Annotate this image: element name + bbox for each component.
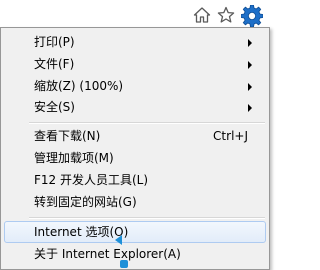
tools-menu: 打印(P) 文件(F) 缩放(Z) (100%) 安全(S) 查看下载(N) C… <box>0 27 270 270</box>
menu-item-label: 管理加载项(M) <box>34 151 114 165</box>
menu-item-shortcut: Ctrl+J <box>213 129 248 143</box>
menu-item-manage-addons[interactable]: 管理加载项(M) <box>4 147 266 169</box>
menu-item-label: 关于 Internet Explorer(A) <box>34 247 181 261</box>
pointer-marker-icon <box>115 235 122 245</box>
menu-separator <box>29 122 265 124</box>
menu-item-label: 文件(F) <box>34 57 75 71</box>
submenu-arrow-icon <box>248 61 252 69</box>
gear-icon[interactable] <box>240 4 264 28</box>
menu-item-file[interactable]: 文件(F) <box>4 53 266 75</box>
submenu-arrow-icon <box>248 83 252 91</box>
menu-item-label: 转到固定的网站(G) <box>34 195 137 209</box>
menu-item-zoom[interactable]: 缩放(Z) (100%) <box>4 75 266 97</box>
menu-item-label: 安全(S) <box>34 100 75 114</box>
menu-separator <box>29 217 265 219</box>
browser-toolbar <box>0 0 272 30</box>
menu-item-internet-options[interactable]: Internet 选项(O) <box>4 221 266 243</box>
menu-item-label: 打印(P) <box>34 35 75 49</box>
menu-item-label: 缩放(Z) (100%) <box>34 79 124 93</box>
menu-item-safety[interactable]: 安全(S) <box>4 96 266 118</box>
menu-item-print[interactable]: 打印(P) <box>4 31 266 53</box>
menu-item-view-downloads[interactable]: 查看下载(N) Ctrl+J <box>4 125 266 147</box>
home-icon[interactable] <box>192 5 212 25</box>
menu-item-pinned-sites[interactable]: 转到固定的网站(G) <box>4 191 266 213</box>
star-icon[interactable] <box>216 5 236 25</box>
menu-item-about-ie[interactable]: 关于 Internet Explorer(A) <box>4 243 266 265</box>
menu-item-label: 查看下载(N) <box>34 129 101 143</box>
submenu-arrow-icon <box>248 39 252 47</box>
pointer-marker-icon <box>120 260 128 268</box>
menu-item-developer-tools[interactable]: F12 开发人员工具(L) <box>4 169 266 191</box>
submenu-arrow-icon <box>248 104 252 112</box>
menu-item-label: F12 开发人员工具(L) <box>34 173 149 187</box>
